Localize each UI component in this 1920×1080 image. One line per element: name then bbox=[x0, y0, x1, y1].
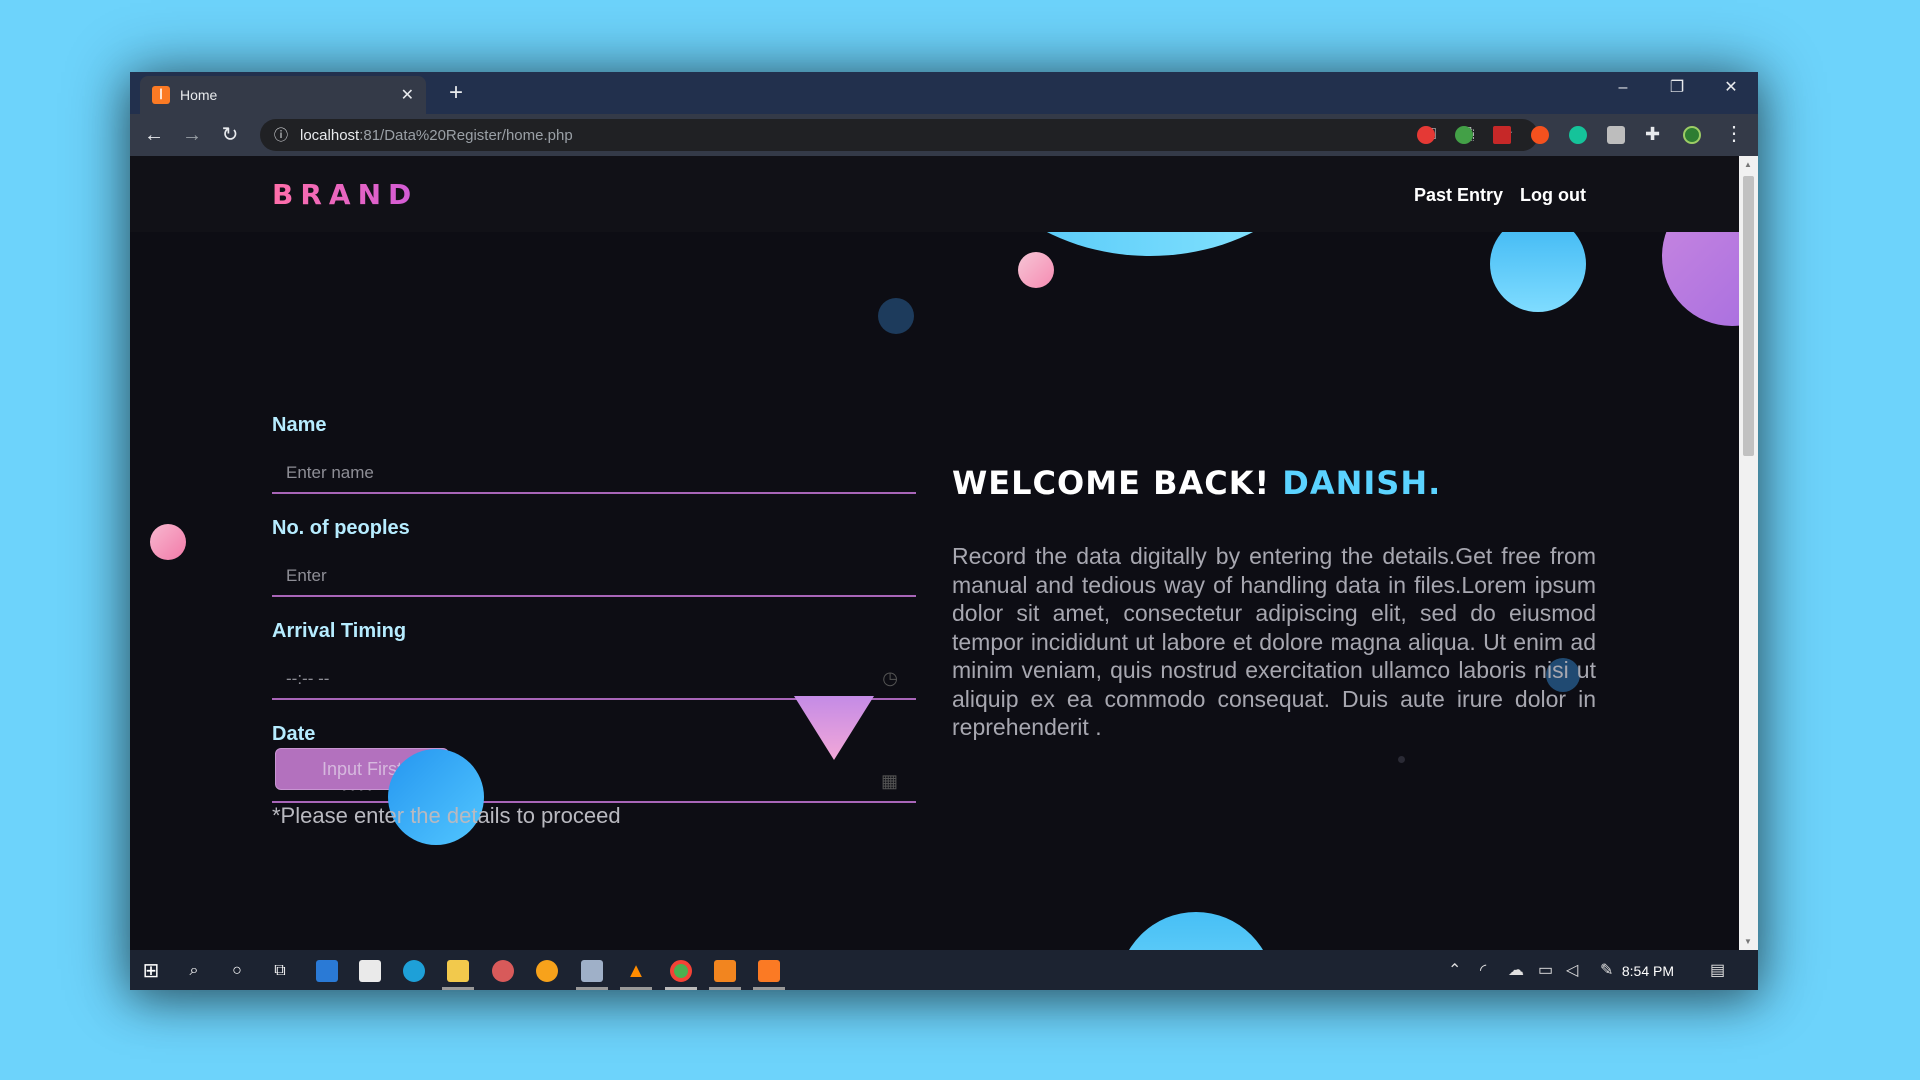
url-host: localhost bbox=[300, 126, 360, 144]
scroll-up-icon[interactable]: ▲ bbox=[1744, 160, 1752, 169]
active-indicator bbox=[620, 987, 652, 990]
page-scrollbar[interactable]: ▲ ▼ bbox=[1739, 156, 1758, 950]
scroll-down-icon[interactable]: ▼ bbox=[1744, 937, 1752, 946]
name-input[interactable] bbox=[272, 454, 916, 492]
browser-window: ꟾ Home ✕ + – ❐ ✕ ← → ↻ ⓘ localhost :81/D… bbox=[130, 72, 1758, 990]
profile-avatar[interactable] bbox=[1683, 126, 1701, 144]
tab-title: Home bbox=[180, 87, 218, 103]
cortana-icon[interactable]: ○ bbox=[226, 960, 248, 982]
chrome-icon[interactable] bbox=[670, 960, 692, 982]
task-view-icon[interactable]: ⧉ bbox=[269, 960, 291, 982]
username: DANISH. bbox=[1282, 464, 1442, 502]
new-tab-button[interactable]: + bbox=[442, 80, 470, 108]
close-tab-icon[interactable]: ✕ bbox=[401, 85, 414, 105]
app-icon[interactable] bbox=[492, 960, 514, 982]
peoples-field-wrapper bbox=[272, 557, 916, 597]
volume-icon[interactable]: ◁ bbox=[1566, 960, 1578, 982]
extension-orange-icon[interactable] bbox=[1531, 126, 1549, 144]
peoples-input[interactable] bbox=[272, 557, 916, 595]
address-bar[interactable]: ⓘ localhost :81/Data%20Register/home.php… bbox=[260, 119, 1538, 151]
wifi-icon[interactable]: ◜ bbox=[1480, 960, 1486, 982]
decorative-dot bbox=[150, 524, 186, 560]
active-indicator bbox=[442, 987, 474, 990]
extension-colorful-icon[interactable] bbox=[1455, 126, 1473, 144]
browser-menu-icon[interactable]: ⋮ bbox=[1724, 121, 1744, 146]
decorative-blob bbox=[1118, 912, 1274, 950]
site-info-icon[interactable]: ⓘ bbox=[274, 125, 288, 145]
app-icon[interactable] bbox=[536, 960, 558, 982]
site-navbar: BRAND Past Entry Log out bbox=[130, 156, 1739, 232]
date-label: Date bbox=[272, 723, 316, 745]
remote-desktop-icon[interactable] bbox=[581, 960, 603, 982]
search-icon[interactable]: ⌕ bbox=[183, 960, 205, 982]
nav-past-entry[interactable]: Past Entry bbox=[1414, 185, 1503, 206]
mail-icon[interactable] bbox=[316, 960, 338, 982]
decorative-dot bbox=[1018, 252, 1054, 288]
store-icon[interactable] bbox=[359, 960, 381, 982]
sublime-text-icon[interactable] bbox=[714, 960, 736, 982]
forward-icon[interactable]: → bbox=[178, 121, 206, 149]
nav-log-out[interactable]: Log out bbox=[1520, 185, 1586, 206]
windows-taskbar: ⊞ ⌕ ○ ⧉ ▲ ⌃ ◜ ☁ ▭ ◁ ✎ 8:54 PM ▤ bbox=[130, 950, 1758, 990]
clock-icon[interactable]: ◷ bbox=[882, 668, 898, 689]
calendar-icon[interactable]: ▦ bbox=[881, 771, 898, 792]
name-label: Name bbox=[272, 414, 327, 436]
pen-icon[interactable]: ✎ bbox=[1600, 960, 1613, 982]
extension-camera-icon[interactable] bbox=[1607, 126, 1625, 144]
tab-bar: ꟾ Home ✕ + – ❐ ✕ bbox=[130, 72, 1758, 114]
arrival-time-input[interactable] bbox=[272, 660, 916, 698]
extensions-puzzle-icon[interactable]: ✚ bbox=[1645, 125, 1663, 143]
taskbar-clock[interactable]: 8:54 PM bbox=[1622, 960, 1674, 982]
vlc-icon[interactable]: ▲ bbox=[625, 960, 647, 982]
xampp-favicon-icon: ꟾ bbox=[152, 86, 170, 104]
form-hint: *Please enter the details to proceed bbox=[272, 803, 621, 828]
scrollbar-thumb[interactable] bbox=[1743, 176, 1754, 456]
decorative-dot bbox=[1398, 756, 1405, 763]
browser-toolbar: ← → ↻ ⓘ localhost :81/Data%20Register/ho… bbox=[130, 114, 1758, 156]
welcome-text: WELCOME BACK! bbox=[952, 464, 1271, 502]
xampp-icon[interactable] bbox=[758, 960, 780, 982]
restore-button[interactable]: ❐ bbox=[1650, 72, 1704, 104]
battery-icon[interactable]: ▭ bbox=[1538, 960, 1553, 982]
arrival-field-wrapper: ◷ bbox=[272, 660, 916, 700]
decorative-triangle bbox=[794, 696, 874, 760]
tab-home[interactable]: ꟾ Home ✕ bbox=[140, 76, 426, 114]
welcome-heading: WELCOME BACK! DANISH. bbox=[952, 464, 1441, 502]
notifications-icon[interactable]: ▤ bbox=[1710, 960, 1725, 982]
decorative-dot bbox=[878, 298, 914, 334]
page-viewport: BRAND Past Entry Log out Name No. of peo… bbox=[130, 156, 1739, 950]
active-indicator bbox=[665, 987, 697, 990]
file-explorer-icon[interactable] bbox=[447, 960, 469, 982]
url-path: :81/Data%20Register/home.php bbox=[359, 126, 573, 144]
minimize-button[interactable]: – bbox=[1596, 72, 1650, 104]
extension-grammarly-icon[interactable] bbox=[1569, 126, 1587, 144]
back-icon[interactable]: ← bbox=[140, 121, 168, 149]
decorative-blob bbox=[388, 749, 484, 845]
name-field-wrapper bbox=[272, 454, 916, 494]
brand-logo[interactable]: BRAND bbox=[272, 178, 418, 211]
peoples-label: No. of peoples bbox=[272, 517, 410, 539]
active-indicator bbox=[753, 987, 785, 990]
windows-start-icon[interactable]: ⊞ bbox=[140, 960, 162, 982]
onedrive-icon[interactable]: ☁ bbox=[1508, 960, 1524, 982]
close-window-button[interactable]: ✕ bbox=[1704, 72, 1758, 104]
reload-icon[interactable]: ↻ bbox=[216, 121, 244, 149]
edge-icon[interactable] bbox=[403, 960, 425, 982]
arrival-label: Arrival Timing bbox=[272, 620, 407, 642]
welcome-description: Record the data digitally by entering th… bbox=[952, 543, 1596, 740]
extension-pdf-icon[interactable] bbox=[1493, 126, 1511, 144]
active-indicator bbox=[576, 987, 608, 990]
tray-chevron-icon[interactable]: ⌃ bbox=[1448, 960, 1461, 982]
extension-adblock-icon[interactable] bbox=[1417, 126, 1435, 144]
active-indicator bbox=[709, 987, 741, 990]
